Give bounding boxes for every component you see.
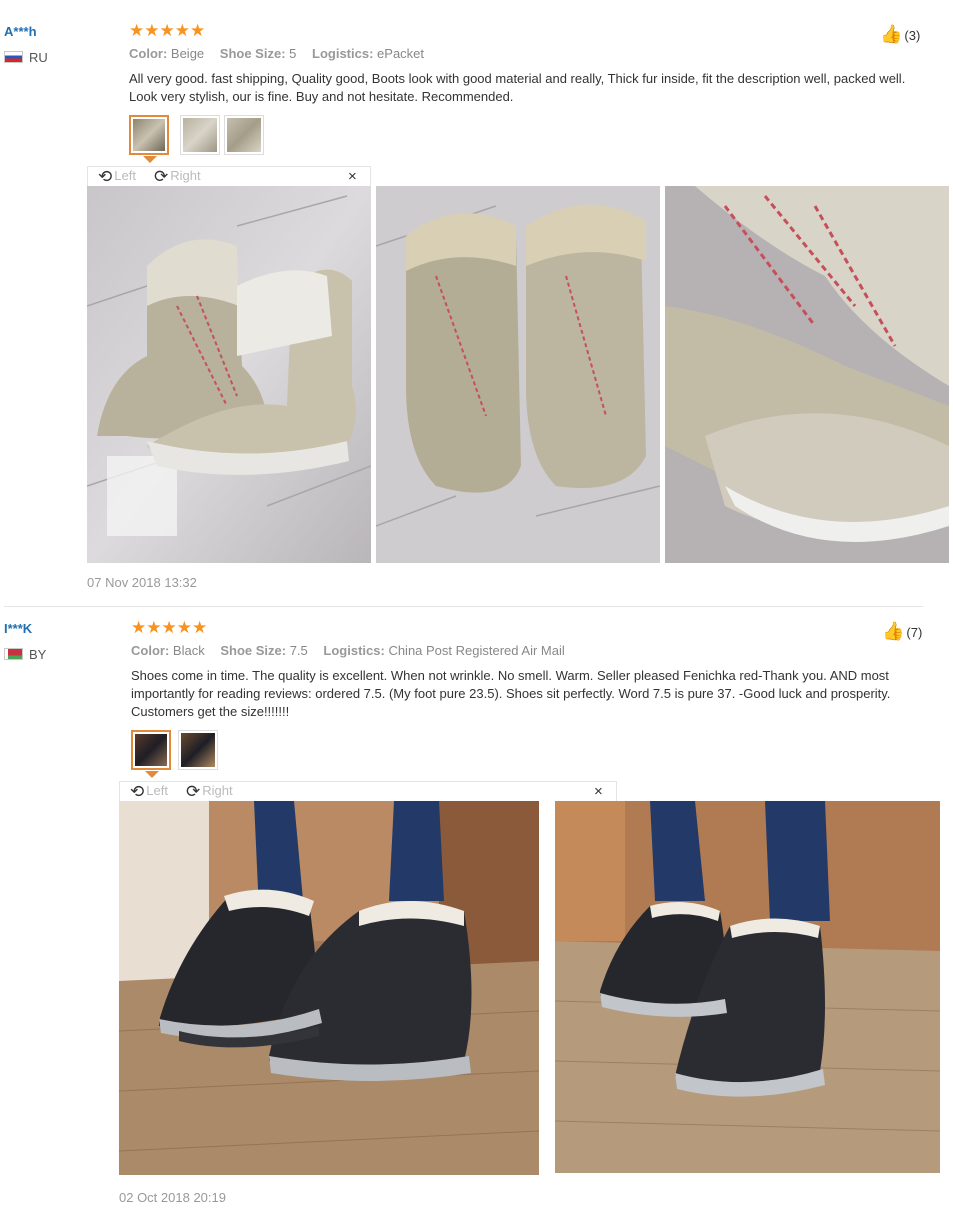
close-viewer-button[interactable]: × [594, 783, 603, 800]
rotate-right-label: Right [202, 783, 233, 798]
color-value: Black [172, 643, 205, 658]
photo-thumbnail[interactable] [131, 730, 171, 770]
helpful-count: (7) [906, 625, 923, 640]
review-photo[interactable] [376, 186, 660, 563]
review-date: 07 Nov 2018 13:32 [87, 575, 197, 590]
rotate-right-icon: ⟳ [186, 782, 201, 801]
review-photo[interactable] [119, 801, 539, 1175]
flag-ru-icon [4, 51, 23, 63]
reviewer-name[interactable]: A***h [4, 24, 37, 39]
helpful-button[interactable]: 👍 (3) [880, 24, 920, 45]
rotate-left-label: Left [146, 783, 168, 798]
review-photo[interactable] [555, 801, 940, 1173]
rotate-left-icon: ⟲ [98, 167, 113, 186]
rotate-right-label: Right [170, 168, 201, 183]
rotate-right-icon: ⟳ [154, 167, 169, 186]
rotate-left-button[interactable]: ⟲ Left [98, 167, 136, 187]
logistics-label: Logistics: [323, 643, 385, 658]
helpful-count: (3) [904, 28, 921, 43]
rotate-left-icon: ⟲ [130, 782, 145, 801]
photo-thumbnail[interactable] [224, 115, 264, 155]
logistics-value: ePacket [377, 46, 425, 61]
country-code: BY [29, 647, 47, 662]
helpful-button[interactable]: 👍 (7) [882, 621, 922, 642]
rotate-right-button[interactable]: ⟳ Right [186, 782, 233, 802]
photo-thumbnail[interactable] [129, 115, 169, 155]
color-value: Beige [170, 46, 205, 61]
thumbs-up-icon: 👍 [882, 621, 905, 641]
review-date: 02 Oct 2018 20:19 [119, 1190, 226, 1205]
review-photo[interactable] [665, 186, 949, 563]
rotate-right-button[interactable]: ⟳ Right [154, 167, 201, 187]
rating-stars: ★★★★★ [129, 21, 206, 40]
size-label: Shoe Size: [219, 46, 286, 61]
rotate-left-button[interactable]: ⟲ Left [130, 782, 168, 802]
logistics-value: China Post Registered Air Mail [388, 643, 565, 658]
logistics-label: Logistics: [312, 46, 374, 61]
viewer-toolbar: ⟲ Left ⟳ Right × [119, 781, 617, 801]
review-text: All very good. fast shipping, Quality go… [129, 71, 906, 104]
review-text: Shoes come in time. The quality is excel… [131, 668, 891, 719]
active-thumb-caret [145, 771, 159, 778]
review-meta: Color: Beige Shoe Size: 5 Logistics: ePa… [129, 46, 436, 61]
size-label: Shoe Size: [220, 643, 287, 658]
color-label: Color: [131, 643, 170, 658]
country-code: RU [29, 50, 48, 65]
review-divider [4, 606, 923, 607]
rating-stars: ★★★★★ [131, 618, 208, 637]
color-label: Color: [129, 46, 168, 61]
photo-thumbnail[interactable] [178, 730, 218, 770]
size-value: 7.5 [289, 643, 308, 658]
size-value: 5 [289, 46, 297, 61]
viewer-toolbar: ⟲ Left ⟳ Right × [87, 166, 371, 186]
flag-by-icon [4, 648, 23, 660]
close-viewer-button[interactable]: × [348, 168, 357, 185]
photo-thumbnail[interactable] [180, 115, 220, 155]
review-photo[interactable] [87, 186, 371, 563]
rotate-left-label: Left [114, 168, 136, 183]
review-meta: Color: Black Shoe Size: 7.5 Logistics: C… [131, 643, 577, 658]
thumbs-up-icon: 👍 [880, 24, 903, 44]
reviewer-name[interactable]: I***K [4, 621, 32, 636]
active-thumb-caret [143, 156, 157, 163]
